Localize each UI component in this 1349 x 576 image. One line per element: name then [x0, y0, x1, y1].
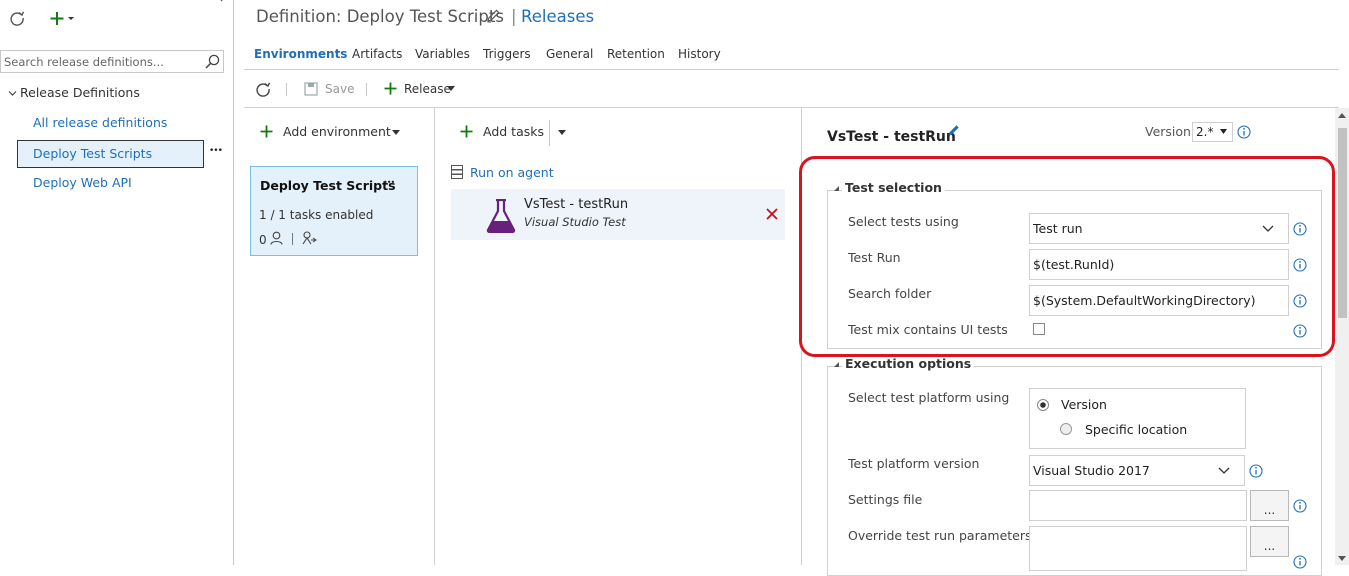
caret-down-icon[interactable]	[447, 86, 455, 92]
platform-radio-group: Version Specific location	[1029, 388, 1246, 449]
releases-link[interactable]: Releases	[521, 7, 594, 26]
task-item[interactable]: VsTest - testRun Visual Studio Test	[451, 189, 785, 240]
info-icon[interactable]	[1293, 555, 1307, 569]
chevron-down-icon[interactable]	[8, 89, 17, 98]
platform-version-dropdown[interactable]: Visual Studio 2017	[1029, 455, 1245, 486]
radio-version[interactable]	[1036, 398, 1050, 412]
definition-title: Definition: Deploy Test Scripts	[256, 7, 504, 26]
platform-version-label: Test platform version	[848, 456, 980, 471]
settings-file-input[interactable]	[1029, 490, 1247, 521]
search-icon[interactable]	[205, 54, 220, 69]
task-subtitle: Visual Studio Test	[524, 215, 626, 229]
toolbar-separator	[286, 83, 287, 96]
task-name: VsTest - testRun	[524, 197, 629, 212]
tab-environments[interactable]: Environments	[254, 47, 347, 61]
add-icon	[384, 82, 397, 95]
collapse-pane-icon[interactable]	[218, 0, 228, 6]
chevron-down-icon	[1218, 467, 1230, 475]
tree-root-label: Release Definitions	[20, 85, 140, 100]
tab-general[interactable]: General	[546, 47, 593, 61]
refresh-icon[interactable]	[255, 81, 271, 97]
override-params-label: Override test run parameters	[848, 528, 1032, 543]
tab-history[interactable]: History	[678, 47, 721, 61]
radio-specific-location[interactable]	[1059, 422, 1073, 436]
more-actions-icon[interactable]: •••	[383, 178, 395, 187]
card-separator	[292, 233, 293, 245]
tab-retention[interactable]: Retention	[607, 47, 665, 61]
collapse-triangle-icon[interactable]	[833, 361, 840, 368]
delete-icon[interactable]	[766, 208, 778, 220]
tree-item-deploy-test-scripts[interactable]: Deploy Test Scripts	[17, 140, 204, 168]
add-icon	[260, 125, 273, 138]
toolbar-divider	[244, 107, 1339, 108]
info-icon[interactable]	[1293, 499, 1307, 513]
search-release-definitions[interactable]	[0, 50, 224, 73]
save-icon	[304, 82, 318, 96]
tabs-divider	[244, 69, 1339, 70]
split-button-divider	[549, 120, 550, 146]
environment-card[interactable]: Deploy Test Scripts ••• 1 / 1 tasks enab…	[250, 166, 418, 256]
info-icon[interactable]	[1249, 464, 1263, 478]
approvers-count: 0	[259, 233, 267, 247]
agent-server-icon	[451, 165, 463, 179]
override-params-input[interactable]	[1029, 526, 1247, 571]
caret-down-icon[interactable]	[558, 130, 566, 136]
column-divider	[434, 108, 435, 565]
radio-version-label: Version	[1061, 397, 1107, 412]
tab-variables[interactable]: Variables	[415, 47, 470, 61]
version-label: Version	[1145, 124, 1191, 139]
tree-item-all-definitions[interactable]: All release definitions	[33, 115, 167, 130]
tab-triggers[interactable]: Triggers	[483, 47, 531, 61]
version-select[interactable]: 2.*	[1192, 122, 1233, 142]
tasks-enabled-count: 1 / 1 tasks enabled	[259, 208, 374, 222]
platform-version-value: Visual Studio 2017	[1033, 463, 1150, 478]
version-value: 2.*	[1196, 125, 1214, 139]
more-actions-icon[interactable]: •••	[209, 146, 223, 156]
settings-browse-button[interactable]: ...	[1250, 490, 1289, 521]
edit-pencil-icon[interactable]	[485, 8, 501, 24]
highlight-annotation	[799, 156, 1335, 357]
platform-select-label: Select test platform using	[848, 390, 1010, 405]
add-environment-button[interactable]: Add environment	[283, 124, 391, 139]
title-separator: |	[511, 7, 517, 26]
task-detail-title: VsTest - testRun	[827, 129, 956, 145]
flask-icon	[486, 199, 516, 233]
execution-options-title: Execution options	[842, 356, 975, 371]
edit-pencil-icon[interactable]	[947, 123, 961, 137]
override-browse-button[interactable]: ...	[1250, 526, 1289, 557]
caret-down-icon[interactable]	[392, 130, 400, 136]
tree-item-label: Deploy Test Scripts	[33, 146, 153, 161]
add-tasks-button[interactable]: Add tasks	[483, 124, 544, 139]
scroll-up-arrow-icon[interactable]	[1338, 113, 1346, 119]
run-on-agent-phase[interactable]: Run on agent	[470, 165, 554, 180]
tree-item-deploy-web-api[interactable]: Deploy Web API	[33, 175, 132, 190]
new-definition-button[interactable]	[50, 11, 78, 27]
scrollbar-thumb[interactable]	[1338, 128, 1347, 318]
approver-icon[interactable]	[270, 231, 283, 245]
caret-down-icon	[1220, 129, 1227, 135]
release-button[interactable]: Release	[404, 82, 451, 96]
add-icon	[460, 125, 473, 138]
tab-artifacts[interactable]: Artifacts	[352, 47, 402, 61]
toolbar-separator	[366, 83, 367, 96]
radio-location-label: Specific location	[1085, 422, 1188, 437]
settings-file-label: Settings file	[848, 492, 923, 507]
conditions-icon[interactable]	[302, 231, 317, 245]
info-icon[interactable]	[1237, 125, 1251, 139]
scroll-down-arrow-icon[interactable]	[1338, 556, 1346, 562]
environment-name: Deploy Test Scripts	[260, 178, 396, 193]
refresh-icon[interactable]	[9, 10, 25, 26]
save-button[interactable]: Save	[325, 82, 354, 96]
search-input[interactable]	[1, 51, 197, 72]
